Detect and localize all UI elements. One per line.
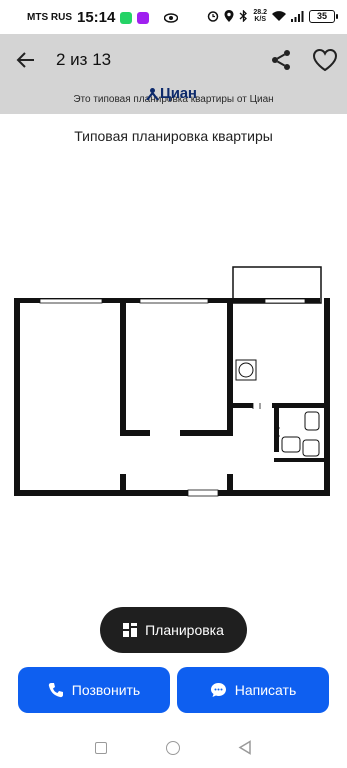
message-button[interactable]: Написать [177, 667, 329, 713]
layout-chip-label: Планировка [145, 622, 224, 638]
clock: 15:14 [77, 9, 116, 26]
back-triangle-icon[interactable] [238, 740, 252, 755]
gallery-header: 2 из 13 [0, 34, 347, 86]
message-button-label: Написать [234, 682, 297, 698]
battery-indicator: 35 [309, 9, 338, 23]
bluetooth-icon [239, 10, 248, 22]
share-icon[interactable] [269, 48, 293, 72]
cian-logo: Циан [146, 85, 197, 102]
floor-plan-image [14, 266, 330, 497]
outer-walls [14, 298, 330, 496]
status-bar: MTS RUS 15:14 28.2 K/S 35 [0, 0, 347, 34]
image-counter: 2 из 13 [56, 50, 112, 69]
call-button[interactable]: Позвонить [18, 667, 170, 713]
heart-icon[interactable] [312, 48, 338, 72]
call-button-label: Позвонить [71, 682, 141, 698]
layout-chip-button[interactable]: Планировка [100, 607, 247, 653]
system-nav-bar [0, 728, 347, 768]
balcony [232, 266, 322, 304]
whatsapp-notification-icon [120, 11, 133, 24]
plan-title: Типовая планировка квартиры [74, 128, 273, 144]
carrier-name: MTS RUS [27, 12, 72, 23]
cian-logo-icon [146, 88, 159, 100]
toilet [302, 439, 320, 457]
signal-icon [291, 10, 304, 22]
wifi-icon [272, 10, 286, 21]
plan-grid-icon [123, 623, 138, 637]
app-notification-icon [137, 11, 150, 24]
alarm-icon [208, 11, 219, 22]
cian-logo-text: Циан [160, 85, 197, 102]
recents-icon[interactable] [95, 742, 107, 754]
location-icon [224, 10, 234, 22]
home-icon[interactable] [166, 741, 180, 755]
back-arrow-icon[interactable] [14, 48, 38, 72]
network-speed: 28.2 K/S [253, 9, 267, 23]
bathtub [281, 436, 301, 453]
chat-bubble-icon [210, 683, 226, 697]
eye-icon [164, 12, 179, 23]
sink [304, 411, 320, 431]
windows [39, 298, 306, 497]
interior-walls [120, 303, 324, 492]
phone-icon [48, 683, 63, 698]
